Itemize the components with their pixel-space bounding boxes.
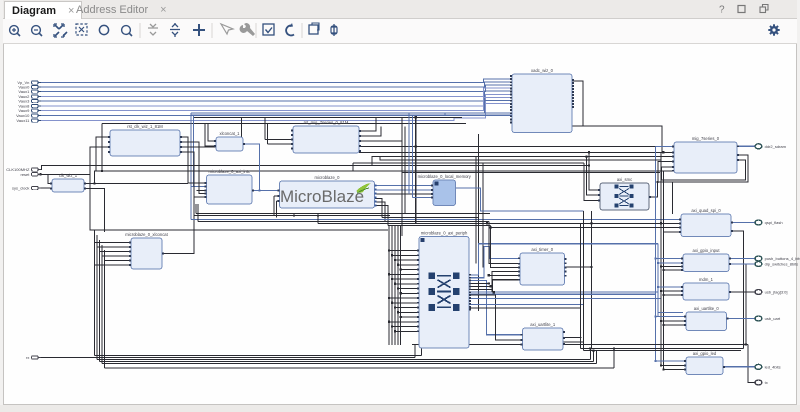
svg-text:xlconcat_1: xlconcat_1 <box>219 131 240 136</box>
svg-text:led_4bits: led_4bits <box>765 364 781 369</box>
svg-text:MicroBlaze: MicroBlaze <box>280 187 364 206</box>
svg-text:axi_uartlite_1: axi_uartlite_1 <box>530 322 556 327</box>
svg-text:rst_clk_wiz_1_81M: rst_clk_wiz_1_81M <box>127 124 163 129</box>
svg-text:axi_gpio_input: axi_gpio_input <box>692 248 720 253</box>
svg-text:microblaze_0_axi_periph: microblaze_0_axi_periph <box>421 231 468 236</box>
svg-text:rst_mig_7series_0_81M: rst_mig_7series_0_81M <box>304 120 349 125</box>
svg-text:microblaze_0_xlconcat: microblaze_0_xlconcat <box>125 232 168 237</box>
svg-text:rx: rx <box>26 355 29 360</box>
svg-text:usb_uart: usb_uart <box>765 316 781 321</box>
svg-text:reset: reset <box>20 172 30 177</box>
svg-text:push_buttons_4_bits: push_buttons_4_bits <box>765 256 800 261</box>
svg-text:dip_switches_8bits: dip_switches_8bits <box>765 262 799 267</box>
svg-text:usb_jtag[3:0]: usb_jtag[3:0] <box>765 290 788 295</box>
svg-text:ddr2_sdram: ddr2_sdram <box>765 144 787 149</box>
svg-text:microblaze_0: microblaze_0 <box>315 175 341 180</box>
svg-text:microblaze_0_axi_intc: microblaze_0_axi_intc <box>209 169 250 174</box>
svg-text:sys_clock: sys_clock <box>12 186 29 191</box>
svg-text:axi_uartlite_0: axi_uartlite_0 <box>694 306 720 311</box>
svg-text:xadc_wiz_0: xadc_wiz_0 <box>531 68 554 73</box>
svg-text:qspi_flash: qspi_flash <box>765 220 783 225</box>
svg-text:tx: tx <box>765 380 768 385</box>
svg-text:axi_smc: axi_smc <box>617 177 632 182</box>
svg-text:axi_timer_0: axi_timer_0 <box>531 247 553 252</box>
svg-text:microblaze_0_local_memory: microblaze_0_local_memory <box>418 174 472 179</box>
svg-text:mig_7series_0: mig_7series_0 <box>692 136 720 141</box>
svg-text:clk_wiz_1: clk_wiz_1 <box>59 173 78 178</box>
svg-text:mdm_1: mdm_1 <box>699 277 714 282</box>
svg-text:axi_quad_spi_0: axi_quad_spi_0 <box>691 208 721 213</box>
svg-text:Vaux11: Vaux11 <box>16 118 30 123</box>
svg-text:axi_gpio_led: axi_gpio_led <box>693 351 717 356</box>
